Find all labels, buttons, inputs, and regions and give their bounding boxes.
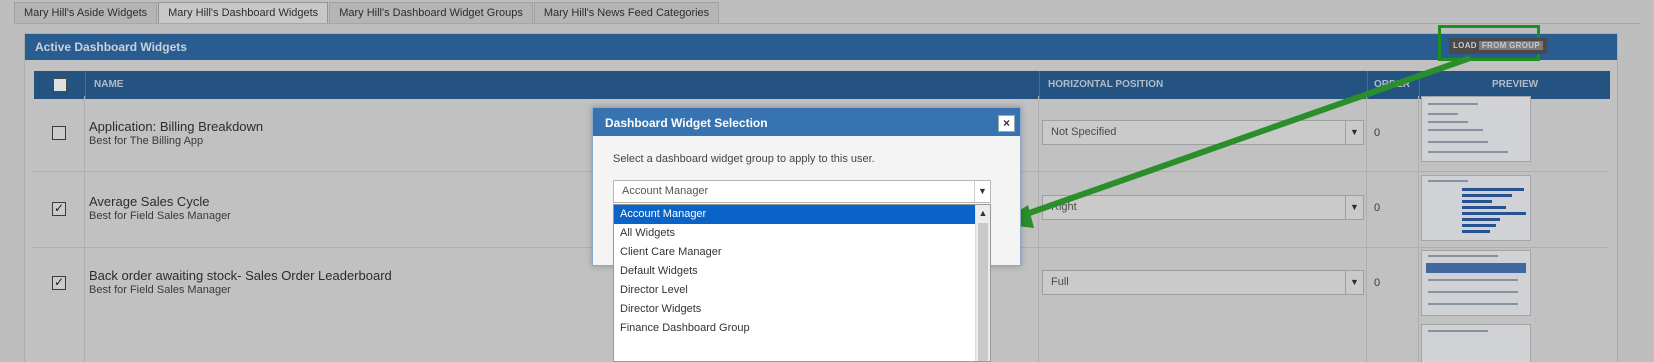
- close-icon[interactable]: ×: [998, 115, 1015, 132]
- option-finance-dashboard-group[interactable]: Finance Dashboard Group: [614, 319, 976, 338]
- widget-group-selected: Account Manager: [622, 185, 709, 197]
- arrow-shaft: [1017, 55, 1471, 220]
- chevron-up-icon[interactable]: ▲: [976, 205, 990, 221]
- widget-group-options-list: Account Manager All Widgets Client Care …: [613, 204, 991, 362]
- option-client-care-manager[interactable]: Client Care Manager: [614, 243, 976, 262]
- option-account-manager[interactable]: Account Manager: [614, 205, 976, 224]
- option-default-widgets[interactable]: Default Widgets: [614, 262, 976, 281]
- option-all-widgets[interactable]: All Widgets: [614, 224, 976, 243]
- scrollbar-thumb[interactable]: [978, 223, 988, 361]
- widget-group-select[interactable]: Account Manager ▼: [613, 180, 991, 203]
- chevron-down-icon: ▼: [974, 181, 990, 202]
- option-director-level[interactable]: Director Level: [614, 281, 976, 300]
- option-director-widgets[interactable]: Director Widgets: [614, 300, 976, 319]
- dialog-title: Dashboard Widget Selection: [593, 108, 1020, 136]
- dropdown-scrollbar[interactable]: ▲: [975, 205, 990, 361]
- dialog-instruction: Select a dashboard widget group to apply…: [613, 153, 875, 165]
